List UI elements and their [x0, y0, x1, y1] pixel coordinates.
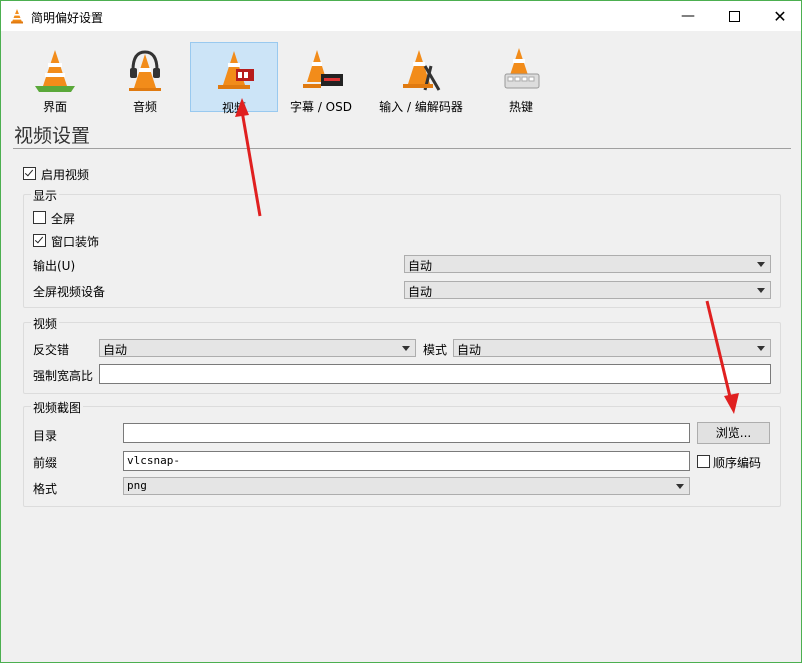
prefix-input[interactable]: vlcsnap-	[123, 451, 690, 471]
fullscreen-label: 全屏	[51, 212, 76, 226]
fullscreen-checkbox[interactable]	[33, 211, 46, 224]
sequential-numbering-label: 顺序编码	[713, 456, 762, 470]
format-select[interactable]: png	[123, 477, 690, 495]
directory-label: 目录	[33, 429, 58, 443]
interface-cone-icon	[35, 50, 75, 92]
preferences-window: 简明偏好设置 — ✕ 界面 音频 视频 字幕 / OSD 输入 / 编解码器 热…	[0, 0, 802, 663]
prefix-label: 前缀	[33, 456, 58, 470]
chevron-down-icon	[757, 262, 765, 267]
minimize-button[interactable]: —	[665, 1, 711, 31]
close-icon: ✕	[773, 6, 787, 26]
keyboard-cone-icon	[504, 48, 540, 89]
close-button[interactable]: ✕	[757, 1, 802, 31]
window-title: 简明偏好设置	[31, 11, 104, 25]
browse-button[interactable]: 浏览...	[697, 422, 770, 444]
title-divider	[13, 148, 791, 149]
film-cone-icon	[218, 51, 254, 89]
maximize-button[interactable]	[711, 1, 757, 31]
category-toolbar: 界面 音频 视频 字幕 / OSD 输入 / 编解码器 热键	[1, 32, 801, 115]
maximize-icon	[728, 10, 740, 22]
snapshot-group-title: 视频截图	[31, 399, 84, 416]
codec-cone-icon	[403, 50, 441, 91]
chevron-down-icon	[757, 346, 765, 351]
headphones-cone-icon	[129, 50, 161, 91]
output-label: 输出(U)	[33, 259, 76, 273]
format-label: 格式	[33, 482, 58, 496]
window-decorations-checkbox[interactable]	[33, 234, 46, 247]
chevron-down-icon	[676, 484, 684, 489]
title-bar: 简明偏好设置 — ✕	[1, 1, 801, 31]
window-decorations-label: 窗口装饰	[51, 235, 100, 249]
chevron-down-icon	[402, 346, 410, 351]
mode-select[interactable]: 自动	[453, 339, 771, 357]
chevron-down-icon	[757, 288, 765, 293]
enable-video-label: 启用视频	[41, 168, 90, 182]
aspect-ratio-input[interactable]	[99, 364, 771, 384]
video-group-title: 视频	[31, 315, 60, 332]
fullscreen-device-select[interactable]: 自动	[404, 281, 771, 299]
subtitles-cone-icon	[303, 50, 343, 88]
enable-video-checkbox[interactable]	[23, 167, 36, 180]
display-group-title: 显示	[31, 187, 60, 204]
deinterlace-label: 反交错	[33, 343, 70, 357]
tab-hotkeys[interactable]: 热键	[483, 42, 559, 114]
tab-video[interactable]: 视频	[190, 42, 278, 115]
sequential-numbering-checkbox[interactable]	[697, 455, 710, 468]
page-title: 视频设置	[14, 125, 91, 147]
fullscreen-device-label: 全屏视频设备	[33, 285, 106, 299]
tab-audio[interactable]: 音频	[105, 42, 185, 114]
minimize-icon: —	[681, 8, 695, 24]
output-select[interactable]: 自动	[404, 255, 771, 273]
aspect-ratio-label: 强制宽高比	[33, 369, 94, 383]
deinterlace-select[interactable]: 自动	[99, 339, 416, 357]
tab-subtitles-osd[interactable]: 字幕 / OSD	[281, 42, 361, 114]
tab-interface[interactable]: 界面	[15, 42, 95, 114]
vlc-cone-icon	[11, 9, 23, 24]
tab-input-codecs[interactable]: 输入 / 编解码器	[371, 42, 471, 114]
directory-input[interactable]	[123, 423, 690, 443]
mode-label: 模式	[423, 343, 448, 357]
